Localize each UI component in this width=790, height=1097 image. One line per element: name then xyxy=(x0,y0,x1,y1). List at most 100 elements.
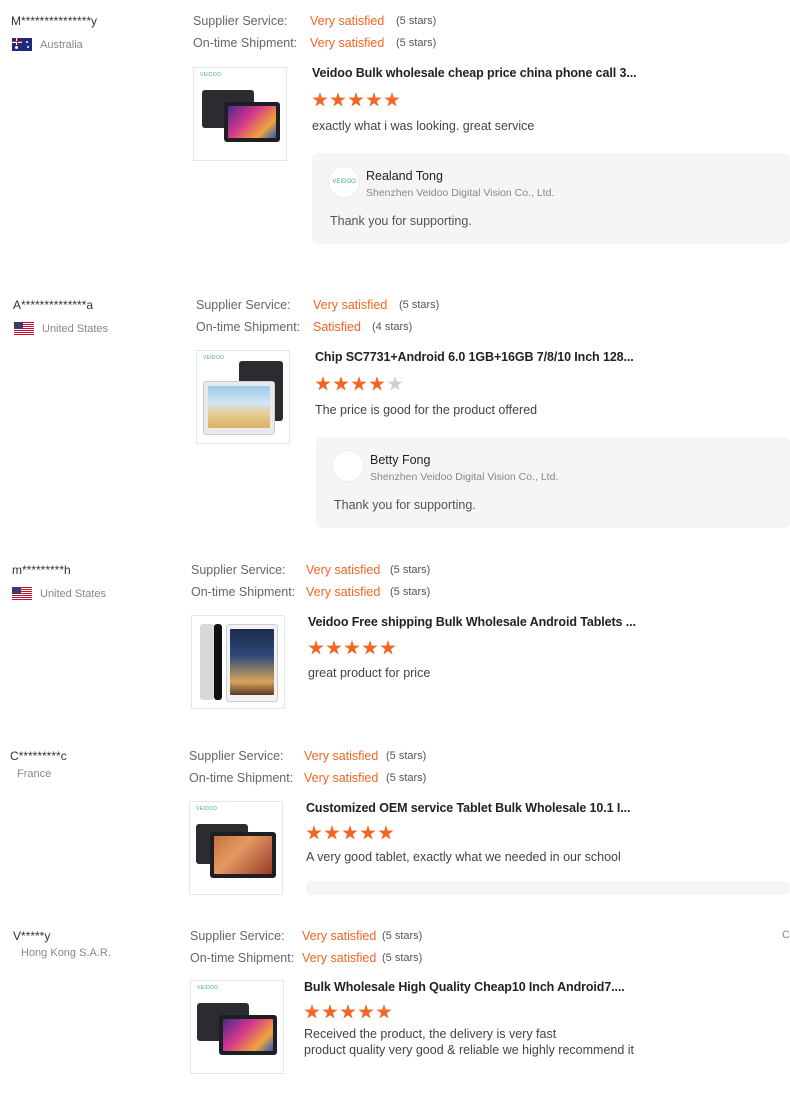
shipment-stars: (5 stars) xyxy=(382,952,423,964)
star-icon xyxy=(333,376,349,391)
shipment-label: On-time Shipment: xyxy=(193,36,298,50)
flag-australia-icon xyxy=(12,38,32,51)
star-icon xyxy=(378,825,394,840)
supplier-service-stars: (5 stars) xyxy=(396,15,437,27)
shipment-value: Satisfied xyxy=(313,320,361,334)
review-item: A**************a United States Supplier … xyxy=(0,284,790,544)
supplier-service-label: Supplier Service: xyxy=(189,749,284,763)
country-label: United States xyxy=(40,587,107,600)
reviewer-name: V*****y xyxy=(13,929,51,943)
star-icon xyxy=(330,92,346,107)
reviewer-country: Australia xyxy=(12,38,83,51)
edge-text: C xyxy=(782,929,790,941)
review-comment: A very good tablet, exactly what we need… xyxy=(306,850,621,864)
review-stars xyxy=(306,825,394,841)
supplier-service-value: Very satisfied xyxy=(313,298,388,312)
star-icon xyxy=(360,825,376,840)
review-stars xyxy=(315,376,403,392)
rating-summary: Supplier Service: Very satisfied (5 stars)… xyxy=(189,745,426,789)
country-label: France xyxy=(17,768,52,780)
product-title-link[interactable]: Veidoo Bulk wholesale cheap price china … xyxy=(312,66,637,80)
country-label: Australia xyxy=(40,38,83,51)
product-brand: VEIDOO xyxy=(196,806,218,812)
star-icon xyxy=(366,92,382,107)
supplier-service-label: Supplier Service: xyxy=(191,563,286,577)
product-thumbnail[interactable] xyxy=(191,615,285,709)
star-icon xyxy=(322,1004,338,1019)
supplier-service-value: Very satisfied xyxy=(306,563,381,577)
product-brand: VEIDOO xyxy=(197,985,219,991)
product-title-link[interactable]: Veidoo Free shipping Bulk Wholesale Andr… xyxy=(308,615,636,629)
product-title-link[interactable]: Customized OEM service Tablet Bulk Whole… xyxy=(306,801,630,815)
reviewer-country: Hong Kong S.A.R. xyxy=(21,947,111,959)
review-comment: great product for price xyxy=(308,666,431,680)
product-thumbnail[interactable]: VEIDOO xyxy=(190,980,284,1074)
star-icon xyxy=(384,92,400,107)
shipment-value: Very satisfied xyxy=(302,951,377,965)
star-icon xyxy=(376,1004,392,1019)
review-stars xyxy=(308,640,396,656)
rating-summary: Supplier Service: Very satisfied (5 stars)… xyxy=(193,10,436,54)
star-icon xyxy=(380,640,396,655)
star-icon xyxy=(362,640,378,655)
supplier-service-value: Very satisfied xyxy=(310,14,385,28)
star-empty-icon xyxy=(387,376,403,391)
shipment-value: Very satisfied xyxy=(304,771,379,785)
review-comment: exactly what i was looking. great servic… xyxy=(312,119,535,133)
review-comment-line: Received the product, the delivery is ve… xyxy=(304,1027,557,1041)
supplier-service-stars: (5 stars) xyxy=(390,564,431,576)
review-comment: Received the product, the delivery is ve… xyxy=(304,1026,634,1058)
rating-summary: Supplier Service: Very satisfied (5 stars)… xyxy=(191,559,430,603)
product-title-link[interactable]: Bulk Wholesale High Quality Cheap10 Inch… xyxy=(304,980,625,994)
star-icon xyxy=(342,825,358,840)
shipment-stars: (5 stars) xyxy=(386,772,427,784)
review-item: C*********c France Supplier Service: Very… xyxy=(0,735,790,895)
star-icon xyxy=(358,1004,374,1019)
reply-area-edge xyxy=(306,881,790,895)
star-icon xyxy=(324,825,340,840)
supplier-service-label: Supplier Service: xyxy=(196,298,291,312)
reply-text: Thank you for supporting. xyxy=(330,214,472,228)
review-comment: The price is good for the product offere… xyxy=(315,403,538,417)
shipment-stars: (5 stars) xyxy=(390,586,431,598)
product-thumbnail[interactable]: VEIDOO xyxy=(189,801,283,895)
star-icon xyxy=(344,640,360,655)
reviewer-name: M***************y xyxy=(11,14,98,28)
shipment-stars: (4 stars) xyxy=(372,321,413,333)
supplier-avatar: VEIDOO xyxy=(328,166,360,198)
star-icon xyxy=(304,1004,320,1019)
reply-text: Thank you for supporting. xyxy=(334,498,476,512)
review-item: V*****y Hong Kong S.A.R. Supplier Servic… xyxy=(0,915,790,1085)
reviewer-country: France xyxy=(17,768,51,780)
star-icon xyxy=(308,640,324,655)
flag-us-icon xyxy=(12,587,32,600)
reviewer-country: United States xyxy=(14,322,108,335)
supplier-avatar xyxy=(332,450,364,482)
reply-company: Shenzhen Veidoo Digital Vision Co., Ltd. xyxy=(366,187,555,199)
review-item: m*********h United States Supplier Servi… xyxy=(0,549,790,719)
shipment-value: Very satisfied xyxy=(310,36,385,50)
flag-us-icon xyxy=(14,322,34,335)
product-thumbnail[interactable]: VEIDOO xyxy=(196,350,290,444)
country-label: United States xyxy=(42,322,109,335)
product-thumbnail[interactable]: VEIDOO xyxy=(193,67,287,161)
rating-summary: Supplier Service: Very satisfied (5 stars)… xyxy=(190,925,422,969)
star-icon xyxy=(312,92,328,107)
shipment-stars: (5 stars) xyxy=(396,37,437,49)
supplier-service-value: Very satisfied xyxy=(304,749,379,763)
supplier-service-stars: (5 stars) xyxy=(382,930,423,942)
reviewer-country: United States xyxy=(12,587,106,600)
product-title-link[interactable]: Chip SC7731+Android 6.0 1GB+16GB 7/8/10 … xyxy=(315,350,634,364)
star-icon xyxy=(306,825,322,840)
star-icon xyxy=(326,640,342,655)
supplier-service-label: Supplier Service: xyxy=(190,929,285,943)
review-comment-line: product quality very good & reliable we … xyxy=(304,1043,635,1057)
review-stars xyxy=(312,92,400,108)
shipment-label: On-time Shipment: xyxy=(190,951,295,965)
reply-author: Betty Fong xyxy=(370,453,431,467)
reviewer-name: A**************a xyxy=(13,298,94,312)
country-label: Hong Kong S.A.R. xyxy=(21,947,111,959)
review-item: M***************y Australia Supplier Ser… xyxy=(0,0,790,260)
review-stars xyxy=(304,1004,392,1020)
supplier-service-label: Supplier Service: xyxy=(193,14,288,28)
